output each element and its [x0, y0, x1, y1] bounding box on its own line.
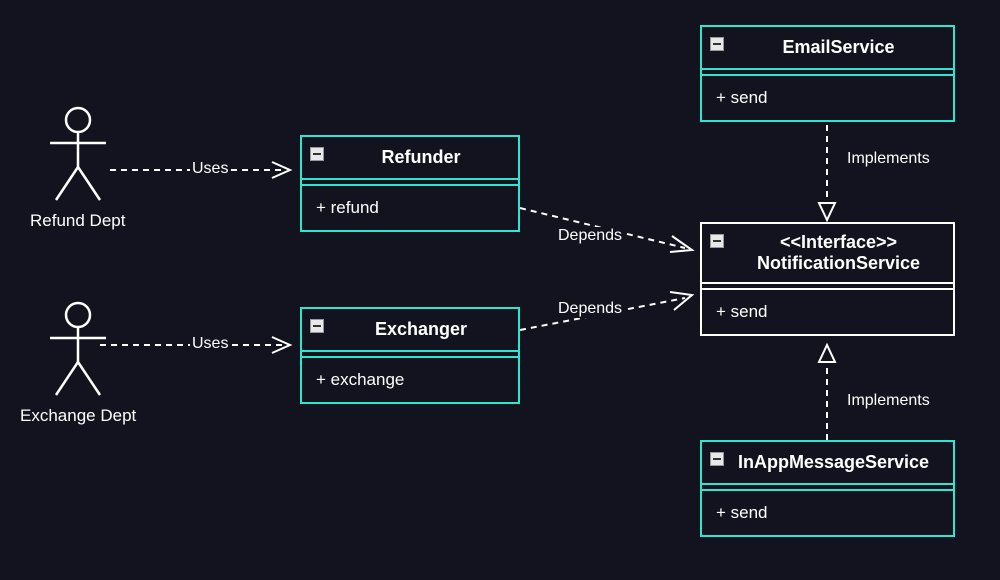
collapse-icon[interactable] — [710, 452, 724, 466]
class-email-service[interactable]: EmailService + send — [700, 25, 955, 122]
edge-label-depends: Depends — [556, 227, 624, 245]
edge-implements-inapp — [815, 345, 845, 445]
actor-label: Exchange Dept — [20, 406, 136, 426]
edge-label-implements: Implements — [845, 392, 932, 410]
stick-figure-icon — [38, 300, 118, 400]
class-method: + refund — [302, 186, 518, 230]
collapse-icon[interactable] — [310, 147, 324, 161]
edge-label-depends: Depends — [556, 300, 624, 318]
class-method: + exchange — [302, 358, 518, 402]
actor-refund-dept: Refund Dept — [30, 105, 125, 231]
edge-implements-email — [815, 125, 845, 225]
stick-figure-icon — [38, 105, 118, 205]
class-inapp-message-service[interactable]: InAppMessageService + send — [700, 440, 955, 537]
class-method: + send — [702, 290, 953, 334]
edge-label-implements: Implements — [845, 150, 932, 168]
edge-label-uses: Uses — [190, 160, 230, 178]
actor-exchange-dept: Exchange Dept — [20, 300, 136, 426]
class-name: Exchanger — [375, 319, 467, 339]
edge-depends-exchanger — [520, 290, 700, 350]
collapse-icon[interactable] — [310, 319, 324, 333]
class-name: NotificationService — [757, 253, 920, 273]
class-method: + send — [702, 491, 953, 535]
interface-notification-service[interactable]: <<Interface>> NotificationService + send — [700, 222, 955, 336]
class-name: InAppMessageService — [738, 452, 929, 472]
actor-label: Refund Dept — [30, 211, 125, 231]
edge-label-uses: Uses — [190, 335, 230, 353]
class-refunder[interactable]: Refunder + refund — [300, 135, 520, 232]
class-exchanger[interactable]: Exchanger + exchange — [300, 307, 520, 404]
collapse-icon[interactable] — [710, 234, 724, 248]
class-method: + send — [702, 76, 953, 120]
collapse-icon[interactable] — [710, 37, 724, 51]
class-name: EmailService — [782, 37, 894, 57]
stereotype: <<Interface>> — [738, 232, 939, 253]
class-name: Refunder — [381, 147, 460, 167]
